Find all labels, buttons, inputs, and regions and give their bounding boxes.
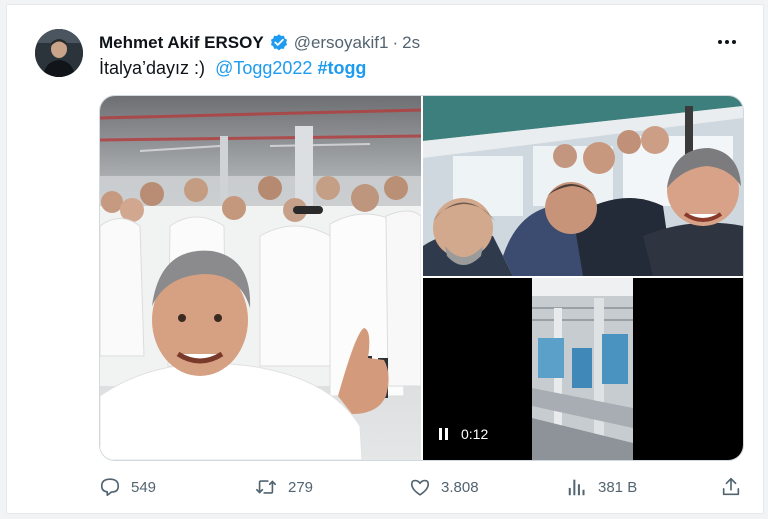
video-player[interactable]: 0:12: [423, 278, 743, 460]
share-icon: [722, 477, 740, 496]
like-button[interactable]: 3.808: [409, 475, 479, 499]
like-count: 3.808: [441, 478, 479, 496]
photo-train-selfie[interactable]: [423, 96, 743, 276]
tweet-header: Mehmet Akif ERSOY @ersoyakif1 · 2s: [99, 32, 420, 54]
reply-icon: [100, 478, 120, 497]
tweet-time[interactable]: 2s: [402, 33, 420, 53]
retweet-count: 279: [288, 478, 314, 496]
photo-factory-group[interactable]: [100, 96, 421, 460]
tweet-actions: 549 279 3.808 381 B: [99, 475, 746, 499]
tweet-card[interactable]: Mehmet Akif ERSOY @ersoyakif1 · 2s İtaly…: [6, 4, 764, 514]
avatar[interactable]: [35, 29, 83, 77]
views-button[interactable]: 381 B: [566, 475, 637, 499]
verified-badge-icon: [269, 33, 289, 53]
video-thumbnail: [532, 278, 633, 460]
tweet-text-body: İtalya’dayız :): [99, 58, 206, 78]
separator-dot: ·: [392, 33, 399, 52]
retweet-button[interactable]: 279: [254, 475, 313, 499]
reply-button[interactable]: 549: [99, 475, 156, 499]
pause-icon[interactable]: [439, 428, 451, 440]
mention-link[interactable]: @Togg2022: [215, 58, 312, 78]
video-timestamp: 0:12: [461, 426, 489, 442]
more-icon[interactable]: [715, 33, 739, 51]
share-button[interactable]: [720, 475, 752, 499]
author-name[interactable]: Mehmet Akif ERSOY: [99, 33, 264, 53]
like-icon: [410, 479, 430, 496]
tweet-text: İtalya’dayız :) @Togg2022 #togg: [99, 58, 366, 79]
retweet-icon: [256, 480, 276, 494]
video-controls: 0:12: [439, 426, 488, 442]
author-handle[interactable]: @ersoyakif1: [294, 33, 389, 53]
views-count: 381 B: [598, 478, 638, 496]
reply-count: 549: [131, 478, 157, 496]
views-icon: [568, 479, 585, 496]
media-grid: 0:12: [99, 95, 744, 461]
hashtag-link[interactable]: #togg: [317, 58, 366, 78]
